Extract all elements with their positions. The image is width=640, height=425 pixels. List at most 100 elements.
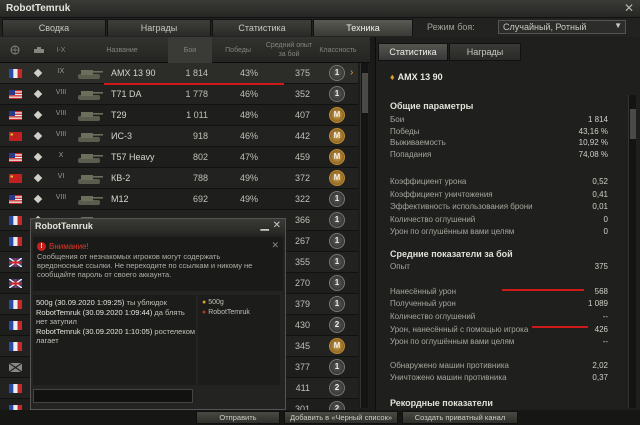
tab-awards[interactable]: Награды <box>107 19 211 36</box>
battle-mode-select[interactable]: Случайный, Ротный ▼ <box>498 20 626 34</box>
tab-summary[interactable]: Сводка <box>2 19 106 36</box>
nation-flag-icon <box>9 321 22 330</box>
chat-message: RobotTemruk (30.09.2020 1:10:05) ростеле… <box>33 327 196 346</box>
general-params-heading: Общие параметры <box>390 101 474 111</box>
table-row[interactable]: VIII T71 DA 1 778 46% 352 1 <box>0 84 358 105</box>
vehicle-battles: 1 011 <box>186 110 208 120</box>
security-warning: ! Внимание! ✕ Сообщения от незнакомых иг… <box>33 237 283 291</box>
stat-value: 568 <box>594 287 608 296</box>
mastery-badge-icon: 2 <box>329 317 345 333</box>
class-filter-icon[interactable] <box>28 37 50 63</box>
mastery-badge-icon: M <box>329 170 345 186</box>
table-row[interactable]: VIII T29 1 011 48% 407 M <box>0 105 358 126</box>
message-author: 500g (30.09.2020 1:09:25) <box>36 298 125 307</box>
table-row[interactable]: VIII ИС-3 918 46% 442 M <box>0 126 358 147</box>
warning-close-icon[interactable]: ✕ <box>271 240 279 251</box>
minimize-icon[interactable]: ▁ <box>261 218 269 231</box>
stat-label: Полученный урон <box>390 299 456 308</box>
vehicle-battles: 1 778 <box>185 89 208 99</box>
vehicle-name: T57 Heavy <box>111 152 155 162</box>
stat-label: Коэффициент уничтожения <box>390 189 493 199</box>
tier-header[interactable]: I-X <box>50 37 72 63</box>
table-row[interactable]: VI КВ-2 788 49% 372 M <box>0 168 358 189</box>
general-stat-row: Победы 43,16 % <box>390 127 608 138</box>
nation-flag-icon <box>9 132 22 141</box>
tab-vehicles[interactable]: Техника <box>313 19 413 36</box>
avg-params-heading: Средние показатели за бой <box>390 249 513 259</box>
chat-message: RobotTemruk (30.09.2020 1:09:44) да блят… <box>33 308 196 327</box>
tank-icon <box>76 171 104 185</box>
chat-messages: 500g (30.09.2020 1:09:25) ты ублюдок Robo… <box>33 295 196 385</box>
message-author: RobotTemruk (30.09.2020 1:09:44) <box>36 307 153 317</box>
vehicle-list-scrollbar[interactable] <box>360 63 368 408</box>
nation-flag-icon <box>8 362 23 373</box>
name-header[interactable]: Название <box>80 37 164 63</box>
tank-icon <box>76 87 104 101</box>
vehicle-avg-xp: 352 <box>294 89 310 99</box>
tab-vehicle-statistics[interactable]: Статистика <box>378 43 448 61</box>
scrollbar-thumb[interactable] <box>630 109 636 139</box>
window-titlebar: RobotTemruk ✕ <box>0 0 640 18</box>
warning-icon: ! <box>37 242 46 251</box>
wins-header[interactable]: Победы <box>214 37 262 63</box>
close-icon[interactable]: ✕ <box>273 220 281 231</box>
chat-message-input[interactable] <box>33 389 193 403</box>
vehicle-battles: 788 <box>192 173 208 183</box>
nation-flag-icon <box>8 257 23 268</box>
window-title: RobotTemruk <box>6 3 71 14</box>
vehicle-class-icon <box>33 68 43 78</box>
table-row[interactable]: X T57 Heavy 802 47% 459 M <box>0 147 358 168</box>
main-tabs: Сводка Награды Статистика Техника Режим … <box>0 18 640 37</box>
vehicle-avg-xp: 459 <box>294 152 310 162</box>
send-button[interactable]: Отправить <box>196 411 280 424</box>
tab-vehicle-awards[interactable]: Награды <box>449 43 521 61</box>
vehicle-name: M12 <box>111 194 129 204</box>
efficiency-stat-row: Урон по оглушённым вами целям 0 <box>390 227 608 238</box>
chat-titlebar[interactable]: RobotTemruk ▁ ✕ <box>31 219 285 235</box>
stat-label: Бои <box>390 115 405 124</box>
stat-value: 2,02 <box>592 361 608 370</box>
vehicle-wins: 46% <box>239 89 258 99</box>
avg-stat-row: Уничтожено машин противника 0,37 <box>390 373 608 384</box>
vehicle-name: T71 DA <box>111 89 142 99</box>
table-row[interactable]: IX AMX 13 90 1 814 43% 375 1 › <box>0 63 358 84</box>
vehicle-avg-xp: 375 <box>294 68 310 78</box>
vehicle-class-icon <box>33 89 43 99</box>
vehicle-stats-panel: Статистика Награды ♦ AMX 13 90 Общие пара… <box>375 37 640 410</box>
chat-member[interactable]: ● RobotTemruk <box>198 308 280 318</box>
mastery-header[interactable]: Классность <box>316 37 360 63</box>
mastery-badge-icon: 2 <box>329 380 345 396</box>
scrollbar-thumb[interactable] <box>362 73 368 113</box>
status-dot-icon: ● <box>202 309 207 316</box>
nation-flag-icon <box>9 69 22 78</box>
records-heading: Рекордные показатели <box>390 398 493 408</box>
stat-label: Попадания <box>390 149 432 159</box>
avg-stat-row: Количество оглушений -- <box>390 312 608 323</box>
nation-flag-icon <box>9 90 22 99</box>
vehicle-battles: 918 <box>192 131 208 141</box>
vehicle-tier: VIII <box>55 110 67 117</box>
vehicle-class-icon <box>33 152 43 162</box>
add-to-blacklist-button[interactable]: Добавить в «Черный список» <box>284 411 398 424</box>
mastery-badge-icon: 1 <box>329 254 345 270</box>
table-row[interactable]: VIII M12 692 49% 322 1 <box>0 189 358 210</box>
mastery-badge-icon: M <box>329 338 345 354</box>
nation-filter-icon[interactable] <box>4 37 26 63</box>
vehicle-name: ИС-3 <box>111 131 132 141</box>
stat-label: Урон по оглушённым вами целям <box>390 227 515 236</box>
stats-scrollbar[interactable] <box>628 95 636 408</box>
vehicle-class-icon <box>33 131 43 141</box>
stat-value: 375 <box>594 262 608 271</box>
tab-statistics[interactable]: Статистика <box>212 19 312 36</box>
chevron-right-icon: › <box>350 67 354 78</box>
battles-header[interactable]: Бои <box>168 37 212 63</box>
stat-value: 1 089 <box>587 299 608 308</box>
avg-stat-row: Урон, нанесённый с помощью игрока 426 <box>390 325 608 336</box>
chat-member[interactable]: ● 500g <box>198 298 280 308</box>
private-chat-window: RobotTemruk ▁ ✕ ! Внимание! ✕ Сообщения … <box>30 218 286 410</box>
general-stat-row: Выживаемость 10,92 % <box>390 138 608 149</box>
message-text: ты ублюдок <box>124 298 167 307</box>
avgxp-header[interactable]: Средний опыт за бой <box>264 37 314 63</box>
close-icon[interactable]: ✕ <box>624 1 634 15</box>
create-private-channel-button[interactable]: Создать приватный канал <box>402 411 518 424</box>
